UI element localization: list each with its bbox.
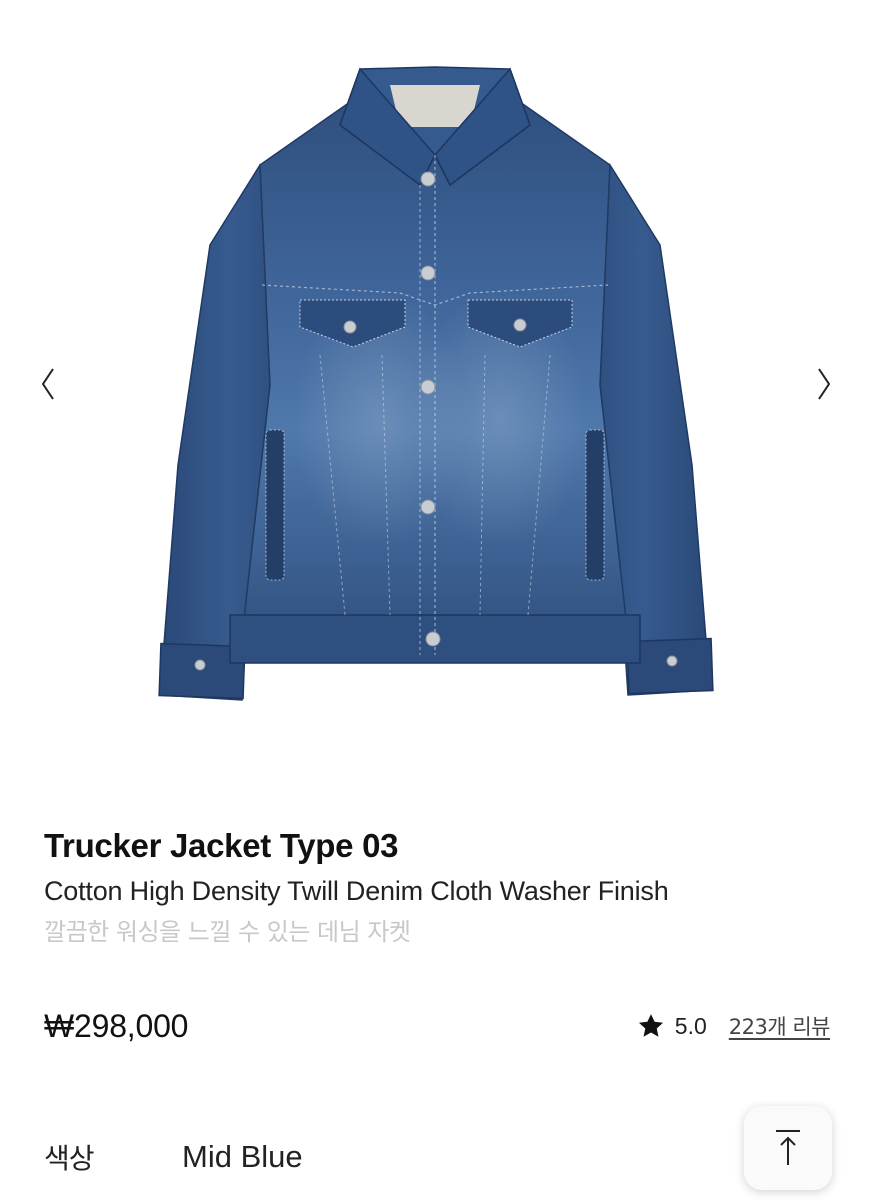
chevron-right-icon <box>818 368 831 400</box>
review-count-link[interactable]: 223개 리뷰 <box>729 1011 831 1041</box>
prev-image-button[interactable] <box>28 360 68 408</box>
product-image-gallery <box>0 0 872 760</box>
product-description: 깔끔한 워싱을 느낄 수 있는 데님 자켓 <box>44 918 411 946</box>
price-row: ₩298,000 5.0 223개 리뷰 <box>44 1004 831 1048</box>
scroll-to-top-button[interactable] <box>744 1106 832 1190</box>
product-image <box>158 66 714 701</box>
star-icon <box>637 1012 665 1040</box>
color-option-row: 색상 Mid Blue <box>44 1134 303 1180</box>
product-title: Trucker Jacket Type 03 <box>44 827 399 864</box>
product-subtitle: Cotton High Density Twill Denim Cloth Wa… <box>44 876 669 906</box>
color-option-label: 색상 <box>44 1142 95 1175</box>
chevron-left-icon <box>41 368 54 400</box>
next-image-button[interactable] <box>804 360 844 408</box>
rating-score: 5.0 <box>674 1012 707 1039</box>
arrow-up-icon <box>776 1130 800 1165</box>
rating-summary: 5.0 223개 리뷰 <box>637 1011 831 1041</box>
product-info: Trucker Jacket Type 03 Cotton High Densi… <box>44 824 844 950</box>
color-option-value[interactable]: Mid Blue <box>182 1139 303 1175</box>
product-price: ₩298,000 <box>44 1007 189 1044</box>
